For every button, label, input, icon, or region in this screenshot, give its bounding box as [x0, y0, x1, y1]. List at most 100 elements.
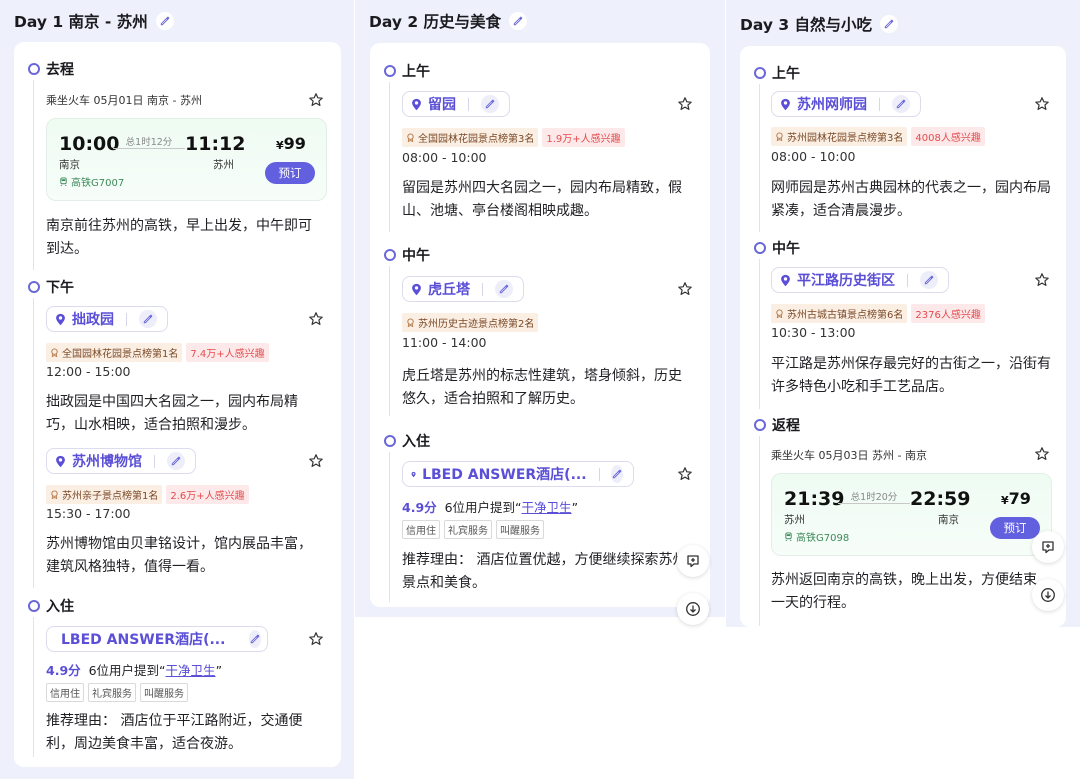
section-label: 中午	[772, 241, 800, 257]
hotel-chip[interactable]: LBED ANSWER酒店(...	[46, 626, 268, 652]
hotel-name: LBED ANSWER酒店(...	[61, 632, 226, 648]
edit-poi-button[interactable]	[167, 452, 185, 470]
rank-text: 苏州古城古镇景点榜第6名	[787, 310, 904, 321]
currency-symbol: ¥	[1001, 494, 1009, 507]
timeline-dot	[384, 65, 396, 77]
timeline-dot	[28, 600, 40, 612]
poi-description: 虎丘塔是苏州的标志性建筑，塔身倾斜，历史悠久，适合拍照和了解历史。	[402, 368, 682, 407]
section-label: 上午	[772, 66, 800, 82]
edit-hotel-button[interactable]	[249, 630, 262, 648]
favorite-star-icon[interactable]	[1034, 96, 1050, 112]
train-icon	[784, 532, 793, 541]
poi-ranking: 全国园林花园景点榜第1名 7.4万+人感兴趣	[46, 343, 269, 362]
edit-title-button[interactable]	[509, 12, 528, 30]
interest-badge: 2376人感兴趣	[911, 304, 985, 323]
edit-pencil-icon	[484, 98, 496, 110]
mention-keyword-link[interactable]: 干净卫生	[166, 663, 216, 678]
timeline-line	[389, 452, 390, 602]
location-pin-icon	[411, 98, 422, 111]
rank-text: 苏州历史古迹景点榜第2名	[418, 319, 535, 330]
poi-chip-zhuozhengyuan[interactable]: 拙政园	[46, 306, 168, 332]
hotel-reason: 推荐理由： 酒店位置优越，方便继续探索苏州的景点和美食。	[402, 552, 701, 591]
timeline-line	[759, 84, 760, 232]
hotel-tag: 信用住	[402, 520, 440, 539]
poi-ranking: 全国园林花园景点榜第3名 1.9万+人感兴趣	[402, 128, 625, 147]
train-summary: 乘坐火车 05月03日 苏州 - 南京	[771, 449, 927, 462]
edit-poi-button[interactable]	[139, 310, 157, 328]
hotel-chip[interactable]: LBED ANSWER酒店(...	[402, 461, 634, 487]
hotel-tag: 叫醒服务	[496, 520, 544, 539]
poi-time: 10:30 - 13:00	[771, 325, 856, 340]
favorite-star-icon[interactable]	[308, 453, 324, 469]
interest-badge: 1.9万+人感兴趣	[542, 128, 625, 147]
download-icon	[1040, 587, 1056, 603]
day1-card: 去程 乘坐火车 05月01日 南京 - 苏州 10:00 总1时12分 11:1…	[14, 42, 341, 767]
edit-poi-button[interactable]	[920, 271, 938, 289]
price-value: 79	[1008, 489, 1031, 508]
day2-card: 上午 留园 全国园林花园景点榜第3名 1.9万+人感兴趣 08:00 - 10:…	[370, 43, 710, 607]
rank-text: 苏州亲子景点榜第1名	[62, 491, 159, 502]
location-pin-icon	[780, 98, 791, 111]
section-noon: 中午	[754, 238, 800, 258]
hotel-tags: 信用住 礼宾服务 叫醒服务	[46, 683, 188, 702]
book-button[interactable]: 预订	[990, 517, 1040, 539]
add-note-button[interactable]	[1032, 531, 1064, 563]
poi-ranking: 苏州古城古镇景点榜第6名 2376人感兴趣	[771, 304, 985, 323]
medal-icon	[50, 490, 59, 499]
poi-chip-liuyuan[interactable]: 留园	[402, 91, 510, 117]
section-label: 入住	[46, 599, 74, 615]
day3-header: Day 3 自然与小吃	[740, 13, 899, 35]
edit-poi-button[interactable]	[481, 95, 499, 113]
return-description: 苏州返回南京的高铁，晚上出发，方便结束一天的行程。	[771, 572, 1037, 611]
arrival-time: 22:59	[910, 488, 971, 510]
edit-title-button[interactable]	[880, 15, 899, 33]
timeline-line	[389, 266, 390, 416]
mention-keyword-link[interactable]: 干净卫生	[522, 500, 572, 515]
departure-time: 21:39	[784, 488, 845, 510]
poi-chip-suzhou-museum[interactable]: 苏州博物馆	[46, 448, 196, 474]
favorite-star-icon[interactable]	[308, 631, 324, 647]
poi-time: 12:00 - 15:00	[46, 364, 131, 379]
section-label: 入住	[402, 434, 430, 450]
location-pin-icon	[411, 283, 422, 296]
section-label: 返程	[772, 418, 800, 434]
edit-title-button[interactable]	[155, 12, 174, 30]
day2-title: Day 2 历史与美食	[369, 13, 502, 31]
edit-poi-button[interactable]	[495, 280, 513, 298]
book-button[interactable]: 预订	[265, 162, 315, 184]
timeline-dot	[384, 249, 396, 261]
edit-pencil-icon	[142, 313, 154, 325]
hotel-name: LBED ANSWER酒店(...	[422, 467, 587, 483]
poi-chip-huqiu-tower[interactable]: 虎丘塔	[402, 276, 524, 302]
favorite-star-icon[interactable]	[1034, 446, 1050, 462]
poi-description: 留园是苏州四大名园之一，园内布局精致，假山、池塘、亭台楼阁相映成趣。	[402, 180, 682, 219]
favorite-star-icon[interactable]	[677, 96, 693, 112]
divider	[468, 97, 469, 111]
train-number: 高铁G7007	[59, 174, 124, 189]
edit-hotel-button[interactable]	[611, 465, 623, 483]
download-button[interactable]	[677, 593, 709, 625]
poi-name: 苏州博物馆	[72, 454, 142, 470]
medal-icon	[775, 309, 784, 318]
edit-poi-button[interactable]	[892, 95, 910, 113]
section-depart: 去程	[28, 59, 74, 79]
poi-chip-pingjiang-road[interactable]: 平江路历史街区	[771, 267, 949, 293]
download-button[interactable]	[1032, 579, 1064, 611]
train-number-text: 高铁G7098	[796, 533, 850, 544]
day1-column: Day 1 南京 - 苏州 去程 乘坐火车 05月01日 南京 - 苏州 10:…	[0, 0, 354, 779]
poi-chip-wangshiyuan[interactable]: 苏州网师园	[771, 91, 921, 117]
train-ticket-card[interactable]: 21:39 总1时20分 22:59 苏州 南京 高铁G7098 ¥79 预订	[771, 473, 1052, 556]
add-note-button[interactable]	[677, 545, 709, 577]
rank-text: 苏州园林花园景点榜第3名	[787, 133, 904, 144]
favorite-star-icon[interactable]	[677, 466, 693, 482]
favorite-star-icon[interactable]	[1034, 272, 1050, 288]
edit-pencil-icon	[159, 15, 171, 27]
poi-description: 拙政园是中国四大名园之一，园内布局精巧，山水相映，适合拍照和漫步。	[46, 394, 298, 433]
download-icon	[685, 601, 701, 617]
favorite-star-icon[interactable]	[308, 311, 324, 327]
rank-badge: 全国园林花园景点榜第3名	[402, 128, 539, 147]
favorite-star-icon[interactable]	[677, 281, 693, 297]
train-ticket-card[interactable]: 10:00 总1时12分 11:12 南京 苏州 高铁G7007 ¥99 预订	[46, 118, 327, 201]
favorite-star-icon[interactable]	[308, 92, 324, 108]
duration-line	[838, 503, 910, 504]
